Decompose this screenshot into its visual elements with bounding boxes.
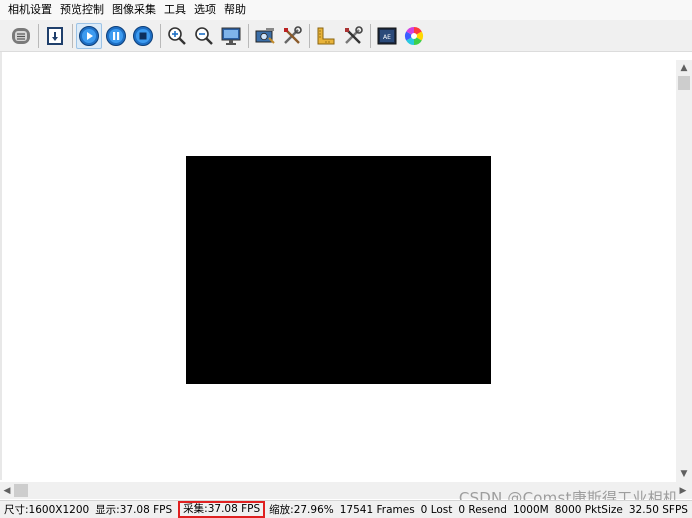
stop-button[interactable]: [130, 23, 156, 49]
pause-button[interactable]: [103, 23, 129, 49]
color-button[interactable]: [401, 23, 427, 49]
menu-help[interactable]: 帮助: [220, 0, 250, 20]
toolbar: AE: [0, 20, 692, 52]
vertical-scrollbar[interactable]: ▲ ▼: [676, 60, 692, 482]
image-viewport[interactable]: [2, 60, 676, 480]
status-packet-size: 8000 PktSize: [554, 503, 623, 516]
play-button[interactable]: [76, 22, 102, 49]
zoom-out-icon: [195, 26, 213, 45]
status-sfps: 32.50 SFPS: [628, 503, 688, 516]
stop-icon: [133, 25, 153, 46]
vertical-scroll-thumb[interactable]: [678, 76, 690, 90]
toolbar-separator: [248, 23, 249, 48]
ruler-icon: [317, 27, 335, 44]
camera-list-button[interactable]: [8, 23, 34, 49]
menu-preview-control[interactable]: 预览控制: [56, 0, 108, 20]
fit-screen-button[interactable]: [218, 23, 244, 49]
scroll-left-icon[interactable]: ◀: [0, 482, 14, 499]
camera-select-button[interactable]: [42, 23, 68, 49]
scroll-up-icon[interactable]: ▲: [676, 60, 692, 76]
menu-bar: 相机设置 预览控制 图像采集 工具 选项 帮助: [0, 0, 692, 20]
ae-icon: AE: [377, 27, 397, 44]
play-icon: [79, 25, 99, 46]
repair-tools-icon: [345, 25, 363, 44]
status-lost: 0 Lost: [420, 503, 453, 516]
horizontal-scroll-thumb[interactable]: [14, 484, 28, 497]
zoom-in-icon: [168, 26, 186, 45]
camera-settings-icon: [255, 27, 275, 44]
repair-tools-button[interactable]: [340, 23, 366, 49]
tools-icon: [284, 25, 302, 44]
menu-camera-settings[interactable]: 相机设置: [4, 0, 56, 20]
tools-button[interactable]: [279, 23, 305, 49]
pause-icon: [106, 25, 126, 46]
camera-preview-image: [186, 156, 491, 384]
status-display-fps: 显示:37.08 FPS: [95, 503, 173, 516]
toolbar-separator: [370, 23, 371, 48]
camera-settings-button[interactable]: [252, 23, 278, 49]
status-frames: 17541 Frames: [339, 503, 415, 516]
camera-select-icon: [47, 26, 63, 45]
status-zoom: 缩放:27.96%: [269, 503, 334, 516]
status-capture-fps: 采集:37.08 FPS: [178, 501, 266, 518]
status-link-speed: 1000M: [512, 503, 549, 516]
camera-list-icon: [12, 27, 30, 44]
menu-image-capture[interactable]: 图像采集: [108, 0, 160, 20]
menu-options[interactable]: 选项: [190, 0, 220, 20]
toolbar-separator: [72, 23, 73, 48]
scroll-right-icon[interactable]: ▶: [676, 482, 690, 499]
toolbar-separator: [38, 23, 39, 48]
toolbar-separator: [160, 23, 161, 48]
status-bar: 尺寸:1600X1200 显示:37.08 FPS 采集:37.08 FPS 缩…: [0, 500, 692, 518]
ruler-button[interactable]: [313, 23, 339, 49]
status-image-size: 尺寸:1600X1200: [4, 503, 90, 516]
toolbar-separator: [309, 23, 310, 48]
monitor-icon: [221, 27, 241, 45]
auto-exposure-button[interactable]: AE: [374, 23, 400, 49]
scroll-down-icon[interactable]: ▼: [676, 466, 692, 482]
status-resend: 0 Resend: [458, 503, 507, 516]
menu-tools[interactable]: 工具: [160, 0, 190, 20]
color-wheel-icon: [404, 26, 424, 45]
svg-text:AE: AE: [383, 34, 391, 41]
zoom-out-button[interactable]: [191, 23, 217, 49]
zoom-in-button[interactable]: [164, 23, 190, 49]
